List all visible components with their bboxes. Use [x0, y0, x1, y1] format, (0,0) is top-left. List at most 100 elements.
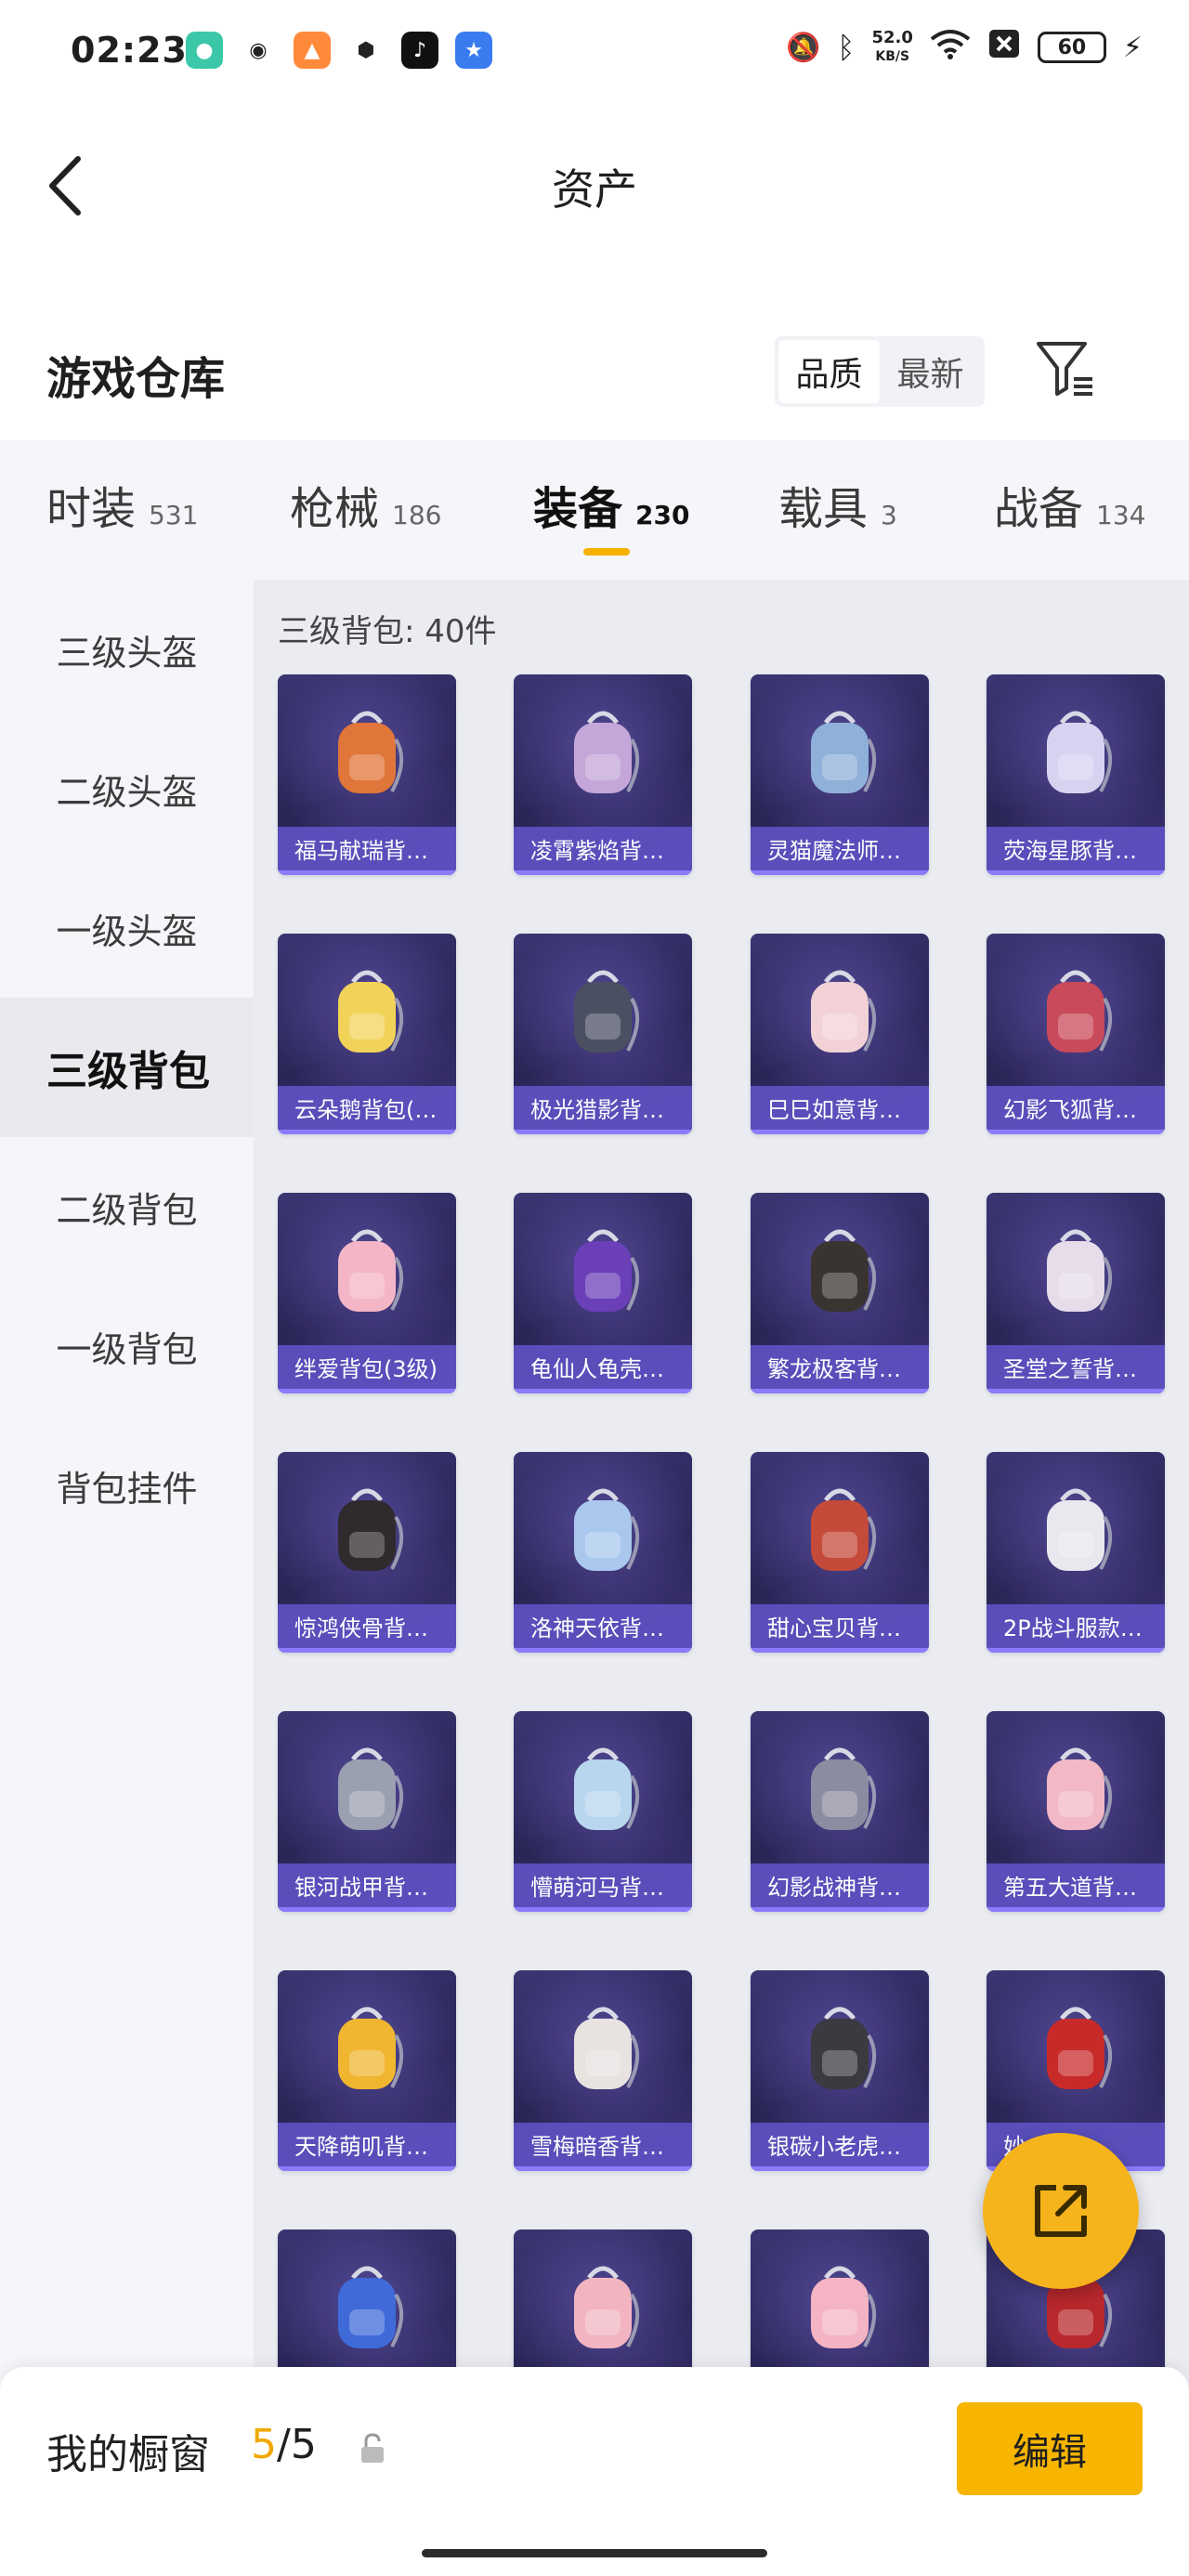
section-title: 游戏仓库 [46, 353, 226, 405]
card-quality-bar [986, 1389, 1165, 1393]
item-card[interactable]: 绊爱背包(3级) [278, 1193, 456, 1393]
backpack-icon [1047, 711, 1112, 793]
item-card[interactable]: 雪梅暗香背… [514, 1970, 692, 2171]
item-name: 幻影飞狐背… [986, 1086, 1165, 1134]
side-item-helmet-2[interactable]: 二级头盔 [0, 719, 254, 858]
card-quality-bar [278, 1648, 456, 1653]
item-card[interactable]: 龟仙人龟壳… [514, 1193, 692, 1393]
item-card[interactable]: 极光猎影背… [514, 934, 692, 1134]
card-quality-bar [278, 870, 456, 875]
mute-icon: 🔕 [785, 31, 821, 64]
backpack-icon [811, 1488, 876, 1571]
backpack-icon [338, 1747, 403, 1830]
net-speed: 52.0 KB/S [871, 28, 913, 65]
backpack-icon [811, 2007, 876, 2089]
backpack-icon [1047, 1229, 1112, 1312]
side-item-backpack-charm[interactable]: 背包挂件 [0, 1416, 254, 1555]
bluetooth-icon: ᛒ [837, 30, 856, 65]
card-quality-bar [278, 2166, 456, 2171]
backpack-icon [338, 2266, 403, 2348]
sort-toggle: 品质 最新 [775, 336, 985, 407]
item-card[interactable]: 幻影飞狐背… [986, 934, 1165, 1134]
side-item-helmet-1[interactable]: 一级头盔 [0, 858, 254, 998]
item-card[interactable]: 2P战斗服款… [986, 1452, 1165, 1653]
item-card[interactable]: 荧海星豚背… [986, 674, 1165, 875]
category-tabs: 时装 531 枪械 186 装备 230 载具 3 战备 134 [0, 440, 1189, 580]
backpack-icon [574, 2266, 639, 2348]
card-quality-bar [751, 1130, 929, 1134]
item-card[interactable]: 银河战甲背… [278, 1711, 456, 1912]
item-name: 第五大道背… [986, 1863, 1165, 1912]
status-right: 🔕 ᛒ 52.0 KB/S 60 ⚡ [786, 28, 1143, 67]
item-card[interactable]: 灵猫魔法师… [751, 674, 929, 875]
card-quality-bar [514, 2166, 692, 2171]
backpack-icon [1047, 1488, 1112, 1571]
item-name: 荧海星豚背… [986, 827, 1165, 875]
item-name: 懵萌河马背… [514, 1863, 692, 1912]
card-quality-bar [986, 1648, 1165, 1653]
item-card[interactable]: 凌霄紫焰背… [514, 674, 692, 875]
backpack-icon [811, 711, 876, 793]
backpack-icon [338, 711, 403, 793]
item-card[interactable]: 云朵鹅背包(… [278, 934, 456, 1134]
backpack-icon [574, 1229, 639, 1312]
share-button[interactable] [983, 2133, 1139, 2289]
item-card[interactable]: 洛神天依背… [514, 1452, 692, 1653]
item-name: 惊鸿侠骨背… [278, 1604, 456, 1653]
edit-button[interactable]: 编辑 [957, 2402, 1143, 2495]
item-name: 天降萌叽背… [278, 2123, 456, 2171]
card-quality-bar [751, 2166, 929, 2171]
filter-button[interactable] [1033, 336, 1098, 401]
item-card[interactable]: 惊鸿侠骨背… [278, 1452, 456, 1653]
card-quality-bar [514, 1648, 692, 1653]
tab-firearms[interactable]: 枪械 186 [290, 472, 441, 537]
backpack-icon [1047, 2007, 1112, 2089]
item-card[interactable]: 第五大道背… [986, 1711, 1165, 1912]
card-quality-bar [751, 870, 929, 875]
backpack-icon [574, 1488, 639, 1571]
backpack-icon [574, 970, 639, 1053]
status-time: 02:23 [71, 30, 188, 71]
wechat-icon: ◉ [240, 32, 277, 69]
item-name: 绊爱背包(3级) [278, 1345, 456, 1393]
item-card[interactable]: 巳巳如意背… [751, 934, 929, 1134]
side-menu: 三级头盔 二级头盔 一级头盔 三级背包 二级背包 一级背包 背包挂件 [0, 580, 254, 2576]
item-card[interactable]: 懵萌河马背… [514, 1711, 692, 1912]
status-bar: 02:23 ● ◉ ▲ ⬢ ♪ ★ 🔕 ᛒ 52.0 KB/S 60 ⚡ [0, 0, 1189, 102]
chat-bubble-icon: ● [186, 32, 223, 69]
item-card[interactable]: 圣堂之誓背… [986, 1193, 1165, 1393]
card-quality-bar [278, 1130, 456, 1134]
card-quality-bar [751, 1389, 929, 1393]
tab-vehicles[interactable]: 载具 3 [778, 472, 897, 537]
item-name: 幻影战神背… [751, 1863, 929, 1912]
battery-icon: 60 [1037, 32, 1106, 63]
tab-fashion[interactable]: 时装 531 [46, 472, 198, 537]
sort-option-newest[interactable]: 最新 [880, 340, 981, 403]
backpack-icon [574, 1747, 639, 1830]
item-card[interactable]: 繁龙极客背… [751, 1193, 929, 1393]
tab-equipment[interactable]: 装备 230 [533, 472, 689, 537]
item-card[interactable]: 福马献瑞背… [278, 674, 456, 875]
card-quality-bar [751, 1648, 929, 1653]
showcase-label: 我的橱窗 [46, 2431, 210, 2478]
item-card[interactable]: 天降萌叽背… [278, 1970, 456, 2171]
side-item-backpack-3[interactable]: 三级背包 [0, 998, 254, 1137]
sort-option-quality[interactable]: 品质 [778, 340, 880, 403]
card-quality-bar [986, 1907, 1165, 1912]
tab-supplies[interactable]: 战备 134 [994, 472, 1145, 537]
item-name: 云朵鹅背包(… [278, 1086, 456, 1134]
item-name: 雪梅暗香背… [514, 2123, 692, 2171]
side-item-helmet-3[interactable]: 三级头盔 [0, 580, 254, 719]
side-item-backpack-1[interactable]: 一级背包 [0, 1276, 254, 1416]
item-card[interactable]: 银碳小老虎… [751, 1970, 929, 2171]
item-card[interactable]: 甜心宝贝背… [751, 1452, 929, 1653]
item-name: 繁龙极客背… [751, 1345, 929, 1393]
side-item-backpack-2[interactable]: 二级背包 [0, 1137, 254, 1276]
item-name: 洛神天依背… [514, 1604, 692, 1653]
item-name: 圣堂之誓背… [986, 1345, 1165, 1393]
card-quality-bar [514, 1907, 692, 1912]
item-card[interactable]: 幻影战神背… [751, 1711, 929, 1912]
shield-icon: ⬢ [347, 32, 385, 69]
home-indicator [422, 2549, 767, 2557]
backpack-icon [811, 2266, 876, 2348]
